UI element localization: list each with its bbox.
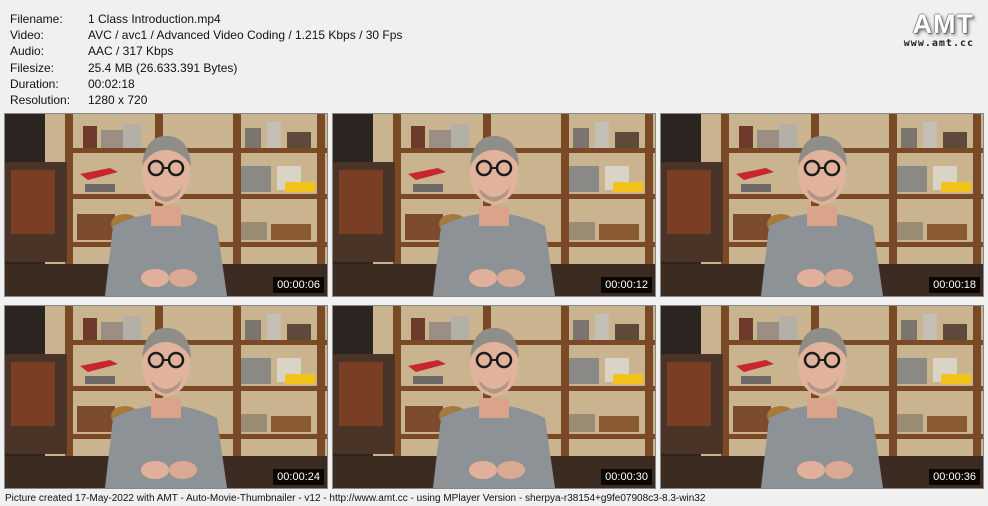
thumbnail-4[interactable]: 00:00:24 (4, 305, 328, 489)
thumbnail-2[interactable]: 00:00:12 (332, 113, 656, 297)
video-frame (5, 306, 327, 488)
info-label: Duration: (10, 76, 59, 91)
info-label: Audio: (10, 44, 45, 59)
video-frame (661, 114, 983, 296)
thumbnail-5[interactable]: 00:00:30 (332, 305, 656, 489)
timestamp-label: 00:00:12 (601, 277, 652, 293)
timestamp-label: 00:00:06 (273, 277, 324, 293)
amt-logo-mark: AMT (912, 9, 974, 39)
info-label: Filesize: (10, 60, 55, 75)
video-frame (5, 114, 327, 296)
thumbnail-3[interactable]: 00:00:18 (660, 113, 984, 297)
amt-logo: AMT www.amt.cc (904, 10, 974, 49)
video-frame (661, 306, 983, 488)
info-label: Resolution: (10, 93, 71, 108)
file-info: Filename: 1 Class Introduction.mp4 Video:… (10, 11, 402, 108)
timestamp-label: 00:00:30 (601, 469, 652, 485)
footer-credit: Picture created 17-May-2022 with AMT - A… (5, 493, 706, 504)
info-row-resolution: Resolution: 1280 x 720 (10, 92, 402, 108)
info-value: AAC / 317 Kbps (88, 44, 174, 59)
info-row-audio: Audio: AAC / 317 Kbps (10, 43, 402, 59)
amt-logo-url: www.amt.cc (903, 38, 974, 49)
info-value: 1 Class Introduction.mp4 (88, 12, 221, 26)
video-frame (333, 114, 655, 296)
info-label: Video: (10, 28, 44, 43)
info-row-duration: Duration: 00:02:18 (10, 76, 402, 92)
info-value: 25.4 MB (26.633.391 Bytes) (88, 60, 238, 75)
timestamp-label: 00:00:18 (929, 277, 980, 293)
timestamp-label: 00:00:36 (929, 469, 980, 485)
info-label: Filename: (10, 12, 63, 26)
info-value: 00:02:18 (88, 76, 135, 91)
thumbnail-1[interactable]: 00:00:06 (4, 113, 328, 297)
info-row-filesize: Filesize: 25.4 MB (26.633.391 Bytes) (10, 60, 402, 76)
info-row-video: Video: AVC / avc1 / Advanced Video Coding… (10, 27, 402, 43)
info-value: AVC / avc1 / Advanced Video Coding / 1.2… (88, 28, 403, 43)
info-row-filename: Filename: 1 Class Introduction.mp4 (10, 11, 402, 27)
timestamp-label: 00:00:24 (273, 469, 324, 485)
info-value: 1280 x 720 (88, 93, 148, 108)
thumbnail-6[interactable]: 00:00:36 (660, 305, 984, 489)
video-frame (333, 306, 655, 488)
